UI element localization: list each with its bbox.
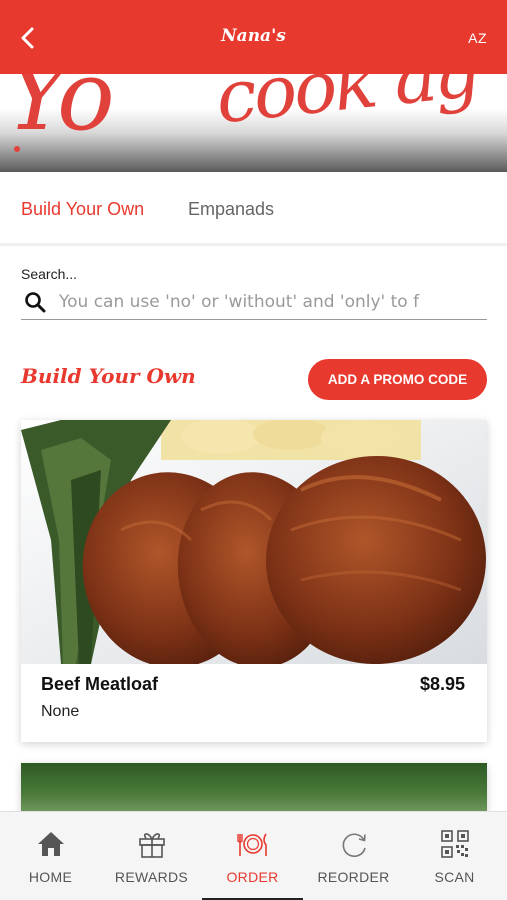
refresh-icon [342,833,366,857]
menu-item-card[interactable]: Beef Meatloaf $8.95 None [21,420,487,742]
plate-utensils-icon [237,833,267,856]
section-title: Build Your Own [21,364,196,388]
item-name: Beef Meatloaf [41,674,159,694]
search-bar [21,284,487,320]
nav-rewards[interactable]: REWARDS [101,812,202,900]
nav-order[interactable]: ORDER [202,812,303,900]
bottom-navigation: HOME REWARDS ORDER REORDER SCAN [0,811,507,900]
tab-build-your-own[interactable]: Build Your Own [21,199,144,220]
nav-rewards-label: REWARDS [114,869,189,885]
nav-home[interactable]: HOME [0,812,101,900]
top-app-bar: Nana's AZ [0,0,507,74]
nav-order-label: ORDER [226,869,279,885]
category-tabs: Build Your Own Empanads [0,172,507,246]
add-promo-code-button[interactable]: ADD A PROMO CODE [308,359,487,400]
item-description: None [41,703,80,720]
nav-scan[interactable]: SCAN [404,812,505,900]
search-input[interactable] [59,288,479,316]
restaurant-title: Nana's [221,26,286,46]
search-label: Search... [21,266,78,282]
language-switcher[interactable]: AZ [468,30,487,46]
search-icon [25,292,46,313]
item-price: $8.95 [419,674,465,694]
qr-code-icon [441,830,469,858]
home-icon [38,832,64,856]
nav-scan-label: SCAN [434,869,475,885]
banner-dot [14,146,20,152]
banner-script-left: Yo [6,74,115,152]
hero-banner: Yo cook ag [0,74,507,172]
meatloaf-photo [21,420,487,664]
banner-script-right: cook ag [212,74,481,140]
tab-empanads[interactable]: Empanads [188,199,274,220]
nav-reorder[interactable]: REORDER [303,812,404,900]
nav-home-label: HOME [28,869,73,885]
gift-icon [139,833,165,858]
nav-reorder-label: REORDER [317,869,390,885]
